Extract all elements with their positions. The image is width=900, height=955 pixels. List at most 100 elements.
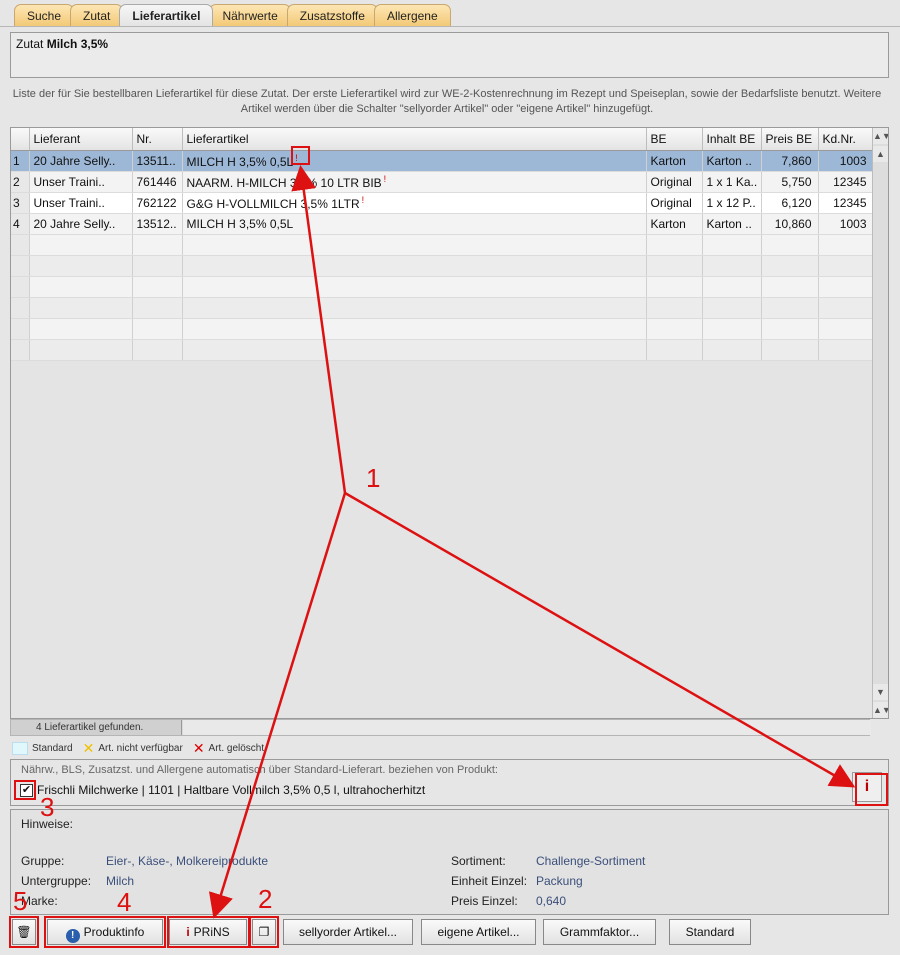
eigene-artikel-button[interactable]: eigene Artikel... [421,919,536,945]
scroll-bottom-icon[interactable]: ▲▼ [873,702,888,718]
cell-lieferant: Unser Traini.. [29,192,133,214]
cell-lieferant: 20 Jahre Selly.. [29,213,133,235]
col-header-kdnr[interactable]: Kd.Nr. [818,128,874,151]
row-index: 2 [11,171,30,193]
cell-artikel: MILCH H 3,5% 0,5L [182,213,647,235]
cell-lieferant: Unser Traini.. [29,171,133,193]
col-header-lieferant[interactable]: Lieferant [29,128,133,151]
sortiment-value: Challenge-Sortiment [536,854,646,868]
empty-row [11,234,874,256]
description-line-1: Liste der für Sie bestellbaren Lieferart… [12,88,882,100]
col-header-nr[interactable]: Nr. [132,128,183,151]
cell-be: Original [646,171,703,193]
annotation-box-delete [9,916,39,948]
tab-naehrwerte[interactable]: Nährwerte [209,4,291,26]
empty-row [11,297,874,319]
cell-be: Karton [646,150,703,172]
deleted-icon: ✕ [192,739,205,756]
cell-inhalt: 1 x 1 Ka.. [702,171,762,193]
cell-inhalt: 1 x 12 P.. [702,192,762,214]
grammfaktor-button[interactable]: Grammfaktor... [543,919,656,945]
annotation-1: 1 [366,463,381,493]
row-index: 1 [11,150,30,172]
legend-deleted: Art. gelöscht [208,742,265,754]
annotation-2: 2 [258,884,273,914]
standard-swatch [12,741,28,755]
tab-zusatzstoffe[interactable]: Zusatzstoffe [286,4,378,26]
auto-source-title: Nährw., BLS, Zusatzst. und Allergene aut… [21,764,498,776]
cell-nr: 762122 [132,192,183,214]
cell-artikel: MILCH H 3,5% 0,5L! [182,150,647,172]
cell-nr: 13512.. [132,213,183,235]
col-header-lieferartikel[interactable]: Lieferartikel [182,128,647,151]
ingredient-label: Zutat [16,37,44,51]
annotation-box-produktinfo [44,916,166,948]
window: Suche Zutat Lieferartikel Nährwerte Zusa… [0,0,900,955]
cell-artikel: NAARM. H-MILCH 3,5% 10 LTR BIB! [182,171,647,193]
cell-kdnr: 1003 [818,213,874,235]
cell-be: Original [646,192,703,214]
cell-preis: 10,860 [761,213,819,235]
empty-row [11,255,874,277]
col-header-be[interactable]: BE [646,128,703,151]
col-header-inhalt-be[interactable]: Inhalt BE [702,128,762,151]
preis-value: 0,640 [536,894,567,908]
cell-inhalt: Karton .. [702,150,762,172]
ingredient-header: Zutat Milch 3,5% [10,32,889,78]
found-count: 4 Lieferartikel gefunden. [11,720,182,735]
standard-button[interactable]: Standard [669,919,751,945]
horizontal-scrollbar[interactable] [183,720,871,735]
artikel-text: NAARM. H-MILCH 3,5% 10 LTR BIB [186,175,382,190]
tab-zutat[interactable]: Zutat [70,4,124,26]
col-header-index[interactable] [11,128,30,151]
legend-not-available: Art. nicht verfügbar [98,742,183,754]
sortiment-label: Sortiment: [451,854,506,868]
artikel-text: G&G H-VOLLMILCH 3,5% 1LTR [186,196,360,211]
auto-source-panel: Nährw., BLS, Zusatzst. und Allergene aut… [10,759,889,806]
exclamation-icon[interactable]: ! [384,174,387,184]
table-footer: 4 Lieferartikel gefunden. [10,719,871,736]
legend-standard: Standard [32,742,73,754]
gruppe-value: Eier-, Käse-, Molkereiprodukte [106,854,269,868]
tab-allergene[interactable]: Allergene [373,4,451,26]
untergruppe-label: Untergruppe: [21,874,92,888]
annotation-box-exclamation [291,146,310,165]
sellyorder-button[interactable]: sellyorder Artikel... [283,919,413,945]
annotation-4: 4 [117,887,132,917]
annotation-box-copy [249,916,279,948]
artikel-text: MILCH H 3,5% 0,5L [186,216,294,231]
annotation-3: 3 [40,792,55,822]
empty-row [11,276,874,298]
tab-lieferartikel[interactable]: Lieferartikel [119,4,214,26]
exclamation-icon[interactable]: ! [362,195,365,205]
cell-kdnr: 1003 [818,150,874,172]
annotation-box-checkbox [14,780,36,800]
table-row[interactable]: 1 20 Jahre Selly.. 13511.. MILCH H 3,5% … [11,150,874,172]
vertical-scrollbar[interactable]: ▲▼ ▲ ▼ ▲▼ [872,128,888,718]
gruppe-label: Gruppe: [21,854,65,868]
scroll-top-icon[interactable]: ▲▼ [873,128,888,144]
table-row[interactable]: 2 Unser Traini.. 761446 NAARM. H-MILCH 3… [11,171,874,193]
legend: Standard ✕ Art. nicht verfügbar ✕ Art. g… [12,739,265,756]
auto-source-product: Frischli Milchwerke | 1101 | Haltbare Vo… [37,783,426,797]
row-index: 4 [11,213,30,235]
cell-kdnr: 12345 [818,192,874,214]
table-row[interactable]: 4 20 Jahre Selly.. 13512.. MILCH H 3,5% … [11,213,874,235]
cell-preis: 5,750 [761,171,819,193]
col-header-preis-be[interactable]: Preis BE [761,128,819,151]
scroll-up-icon[interactable]: ▲ [873,146,888,162]
scroll-down-icon[interactable]: ▼ [873,684,888,700]
tab-suche[interactable]: Suche [14,4,75,26]
cell-be: Karton [646,213,703,235]
table-row[interactable]: 3 Unser Traini.. 762122 G&G H-VOLLMILCH … [11,192,874,214]
einheit-value: Packung [536,874,583,888]
supplier-article-table: Lieferant Nr. Lieferartikel BE Inhalt BE… [10,127,889,719]
cell-nr: 13511.. [132,150,183,172]
cell-kdnr: 12345 [818,171,874,193]
preis-label: Preis Einzel: [451,894,518,908]
artikel-text: MILCH H 3,5% 0,5L [186,154,294,169]
description-text: Liste der für Sie bestellbaren Lieferart… [10,87,884,117]
table-header-row: Lieferant Nr. Lieferartikel BE Inhalt BE… [11,128,874,151]
annotation-box-info [855,773,888,806]
cell-artikel: G&G H-VOLLMILCH 3,5% 1LTR! [182,192,647,214]
